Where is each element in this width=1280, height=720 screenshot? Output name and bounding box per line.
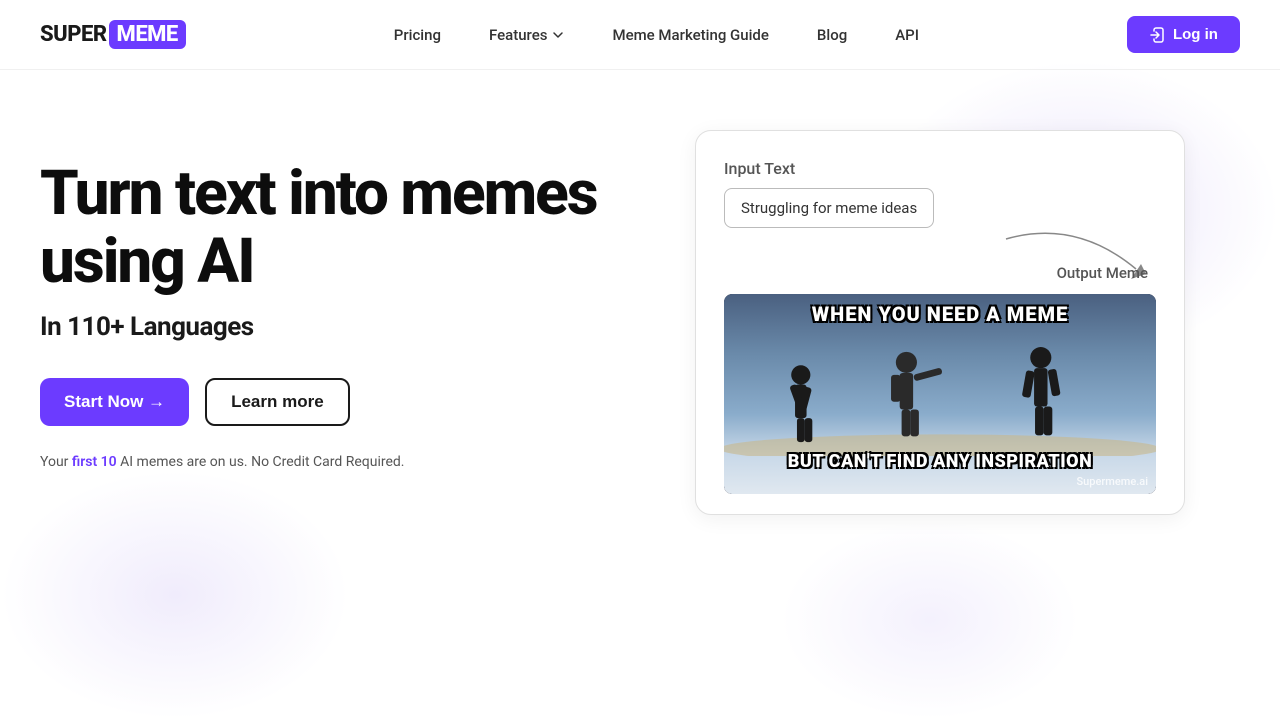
hero-section: Turn text into memes using AI In 110+ La…: [40, 130, 600, 470]
nav-features[interactable]: Features: [469, 18, 584, 52]
nav-api[interactable]: API: [875, 18, 939, 52]
meme-watermark: Supermeme.ai: [1077, 475, 1148, 488]
logo[interactable]: SUPER MEME: [40, 20, 186, 49]
hero-note: Your first 10 AI memes are on us. No Cre…: [40, 454, 600, 470]
nav-links: Pricing Features Meme Marketing Guide Bl…: [374, 18, 939, 52]
nav-features-label: Features: [489, 26, 547, 44]
demo-output-label: Output Meme: [1057, 264, 1152, 282]
meme-top-text: WHEN YOU NEED A MEME: [724, 302, 1156, 326]
demo-arrow-area: Output Meme: [724, 234, 1156, 294]
demo-section: Input Text Struggling for meme ideas Out…: [640, 130, 1240, 515]
chevron-down-icon: [552, 29, 564, 41]
hero-note-suffix: AI memes are on us. No Credit Card Requi…: [117, 454, 405, 470]
meme-visual: WHEN YOU NEED A MEME BUT CAN'T FIND ANY …: [724, 294, 1156, 494]
hero-note-highlight: first 10: [72, 454, 117, 470]
learn-more-button[interactable]: Learn more: [205, 378, 350, 426]
nav-blog[interactable]: Blog: [797, 18, 867, 52]
nav-pricing[interactable]: Pricing: [374, 18, 461, 52]
navbar: SUPER MEME Pricing Features Meme Marketi…: [0, 0, 1280, 70]
meme-bottom-text: BUT CAN'T FIND ANY INSPIRATION: [724, 451, 1156, 472]
nav-meme-guide[interactable]: Meme Marketing Guide: [592, 18, 788, 52]
login-label: Log in: [1173, 26, 1218, 43]
demo-input-box: Struggling for meme ideas: [724, 188, 934, 228]
demo-card: Input Text Struggling for meme ideas Out…: [695, 130, 1185, 515]
login-button[interactable]: Log in: [1127, 16, 1240, 53]
hero-note-prefix: Your: [40, 454, 72, 470]
hero-buttons: Start Now → Learn more: [40, 378, 600, 426]
start-now-button[interactable]: Start Now →: [40, 378, 189, 426]
meme-scene-svg: [724, 336, 1156, 456]
login-icon: [1149, 27, 1165, 43]
bg-decoration-bottom-right: [780, 520, 1080, 720]
demo-meme-container: WHEN YOU NEED A MEME BUT CAN'T FIND ANY …: [724, 294, 1156, 494]
main-content: Turn text into memes using AI In 110+ La…: [0, 70, 1280, 515]
demo-input-label: Input Text: [724, 159, 1156, 178]
logo-meme-text: MEME: [109, 20, 186, 49]
hero-title: Turn text into memes using AI: [40, 160, 600, 296]
hero-subtitle: In 110+ Languages: [40, 312, 600, 342]
logo-super-text: SUPER: [40, 22, 107, 47]
